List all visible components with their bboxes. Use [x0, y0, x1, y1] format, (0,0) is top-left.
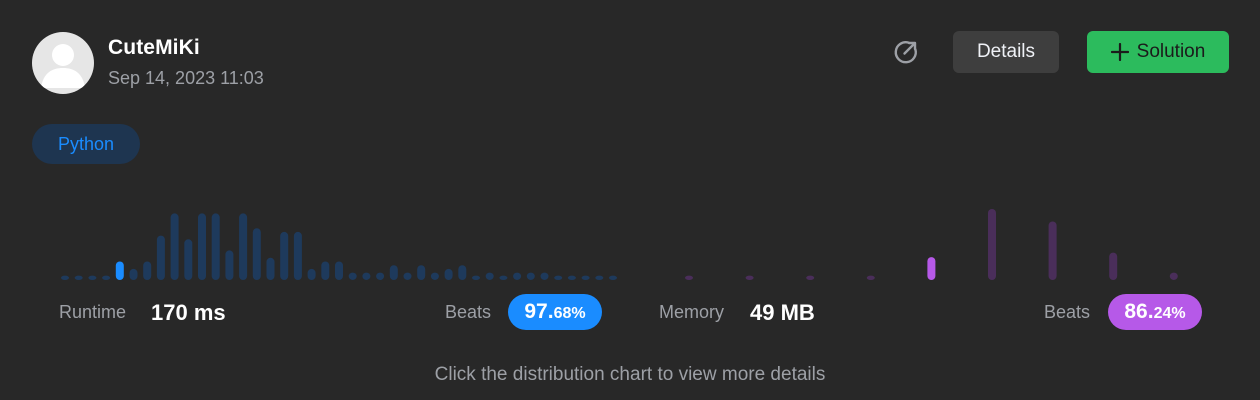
runtime-beats-badge: 97. 68%	[508, 294, 602, 330]
chart-hint: Click the distribution chart to view mor…	[434, 364, 826, 385]
runtime-distribution-bar[interactable]	[362, 272, 371, 280]
distribution-chart[interactable]	[0, 190, 1260, 282]
runtime-distribution-bar[interactable]	[88, 275, 97, 280]
runtime-distribution-bar[interactable]	[472, 275, 480, 280]
runtime-distribution-bar[interactable]	[321, 261, 330, 281]
runtime-distribution-bar[interactable]	[61, 275, 69, 280]
runtime-distribution-bar[interactable]	[554, 275, 563, 280]
runtime-distribution-bar[interactable]	[513, 272, 522, 280]
runtime-distribution-bar[interactable]	[540, 272, 549, 280]
runtime-distribution-bar[interactable]	[225, 250, 234, 280]
runtime-distribution-bar[interactable]	[198, 213, 206, 280]
memory-distribution-bar[interactable]	[927, 257, 936, 280]
runtime-distribution-bar[interactable]	[211, 213, 220, 280]
runtime-beats-int: 97.	[524, 300, 554, 323]
runtime-beats-dec: 68%	[553, 305, 586, 322]
runtime-distribution-bar[interactable]	[102, 275, 111, 280]
memory-distribution-bar[interactable]	[806, 275, 815, 280]
plus-icon	[1110, 43, 1129, 61]
runtime-distribution-bar[interactable]	[581, 275, 590, 280]
runtime-distribution-bar[interactable]	[430, 272, 439, 280]
memory-distribution-bar[interactable]	[866, 275, 875, 280]
runtime-distribution-bar[interactable]	[348, 272, 357, 280]
runtime-distribution-bar[interactable]	[403, 272, 412, 280]
runtime-distribution-bar[interactable]	[156, 235, 165, 280]
memory-beats-int: 86.	[1124, 300, 1154, 323]
runtime-distribution-bar[interactable]	[444, 268, 453, 280]
runtime-distribution-bar[interactable]	[376, 272, 385, 280]
memory-distribution-bar[interactable]	[745, 275, 754, 280]
runtime-distribution-bar[interactable]	[184, 239, 193, 280]
details-button-label: Details	[976, 41, 1036, 62]
runtime-distribution-bar[interactable]	[485, 272, 494, 280]
solution-button-label: Solution	[1136, 41, 1206, 62]
runtime-distribution-bar[interactable]	[417, 265, 426, 280]
runtime-distribution-bar[interactable]	[307, 268, 316, 280]
user-silhouette-icon	[41, 44, 85, 88]
runtime-distribution-bar[interactable]	[115, 261, 124, 281]
runtime-distribution-bar[interactable]	[335, 261, 343, 281]
memory-distribution-bar[interactable]	[1169, 272, 1178, 280]
runtime-distribution-bar[interactable]	[595, 275, 604, 280]
runtime-distribution-bar[interactable]	[526, 272, 535, 280]
language-tag[interactable]: Python	[32, 124, 140, 164]
memory-distribution-bar[interactable]	[1109, 252, 1118, 280]
details-button[interactable]: Details	[953, 31, 1059, 73]
runtime-distribution-bar[interactable]	[266, 257, 275, 280]
submission-timestamp: Sep 14, 2023 11:03	[108, 68, 264, 88]
runtime-value: 170 ms	[151, 300, 226, 325]
memory-beats-dec: 24%	[1153, 305, 1186, 322]
runtime-distribution-bar[interactable]	[293, 231, 302, 280]
memory-distribution-bar[interactable]	[1048, 221, 1057, 281]
share-arrow-icon[interactable]	[892, 38, 920, 66]
runtime-label: Runtime	[59, 302, 127, 322]
memory-value: 49 MB	[750, 300, 815, 325]
runtime-distribution-bar[interactable]	[129, 268, 138, 280]
runtime-distribution-bar[interactable]	[239, 213, 248, 280]
runtime-distribution-bar[interactable]	[74, 275, 83, 280]
runtime-beats-label: Beats	[445, 302, 492, 322]
runtime-distribution-bar[interactable]	[280, 231, 289, 280]
memory-beats-label: Beats	[1044, 302, 1091, 322]
runtime-distribution-bar[interactable]	[609, 275, 617, 280]
runtime-distribution-bar[interactable]	[143, 261, 152, 281]
avatar[interactable]	[32, 32, 94, 94]
username[interactable]: CuteMiKi	[108, 36, 200, 60]
runtime-distribution-bar[interactable]	[389, 265, 398, 280]
runtime-distribution-bar[interactable]	[170, 213, 179, 280]
language-tag-label: Python	[57, 133, 115, 154]
memory-label: Memory	[659, 302, 725, 322]
add-solution-button[interactable]: Solution	[1087, 31, 1229, 73]
memory-distribution-bar[interactable]	[685, 275, 693, 280]
runtime-distribution-bar[interactable]	[567, 275, 576, 280]
runtime-distribution-bar[interactable]	[252, 228, 261, 280]
runtime-distribution-bar[interactable]	[499, 275, 508, 280]
memory-distribution-bar[interactable]	[988, 209, 996, 280]
runtime-distribution-bar[interactable]	[458, 265, 467, 280]
memory-beats-badge: 86. 24%	[1108, 294, 1202, 330]
